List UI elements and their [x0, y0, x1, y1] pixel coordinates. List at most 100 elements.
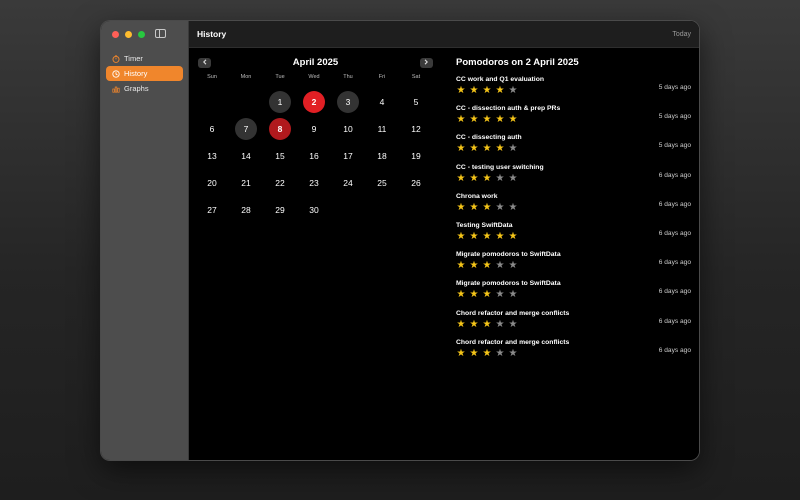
calendar-day-number: 19	[411, 150, 421, 161]
calendar-day[interactable]: 22	[263, 169, 297, 196]
calendar-day[interactable]: 5	[399, 88, 433, 115]
pomodoro-item[interactable]: CC - dissection auth & prep PRs ★ ★ ★ ★ ★ 5 da…	[456, 105, 691, 134]
pomodoro-relative-time: 6 days ago	[658, 200, 691, 208]
app-window: Timer History Graphs History Today April…	[101, 21, 699, 460]
history-icon	[111, 69, 120, 78]
calendar-day[interactable]: 28	[229, 196, 263, 223]
pomodoro-item[interactable]: Chrona work ★ ★ ★ ★ ★ 6 days ago	[456, 193, 691, 222]
calendar-day-number: 7	[235, 117, 257, 140]
star-icon: ★	[469, 260, 479, 272]
calendar-day[interactable]: 20	[195, 169, 229, 196]
previous-month-button[interactable]	[198, 57, 211, 68]
weekday-label: Fri	[378, 74, 386, 80]
star-icon: ★	[508, 318, 518, 330]
star-icon: ★	[508, 85, 518, 96]
calendar-day-number: 1	[269, 90, 291, 113]
sidebar-item-graphs[interactable]: Graphs	[106, 81, 183, 96]
star-icon: ★	[469, 318, 479, 330]
star-icon: ★	[469, 289, 479, 301]
calendar-day[interactable]: 16	[297, 142, 331, 169]
pomodoro-name: CC - dissection auth & prep PRs	[456, 105, 561, 113]
calendar-day[interactable]: 11	[365, 115, 399, 142]
pomodoro-items: CC work and Q1 evaluation ★ ★ ★ ★ ★ 5 days ago…	[456, 76, 691, 368]
close-window-button[interactable]	[112, 31, 119, 38]
star-rating: ★ ★ ★ ★ ★	[456, 347, 518, 359]
calendar-day[interactable]: 24	[331, 169, 365, 196]
main-content: History Today April 2025 Sun Mon Tue Wed Thu…	[189, 21, 699, 460]
star-icon: ★	[495, 230, 505, 242]
pomodoro-item[interactable]: Testing SwiftData ★ ★ ★ ★ ★ 6 days ago	[456, 222, 691, 251]
calendar-day[interactable]: 8	[263, 115, 297, 142]
sidebar-toggle-icon[interactable]	[155, 29, 166, 38]
weekday-label: Mon	[240, 74, 252, 80]
calendar-day[interactable]: 14	[229, 142, 263, 169]
calendar-day[interactable]: 15	[263, 142, 297, 169]
sidebar: Timer History Graphs	[101, 21, 189, 460]
star-icon: ★	[482, 230, 492, 242]
star-rating: ★ ★ ★ ★ ★	[456, 202, 518, 213]
calendar-grid: 1 2 3 4 5 6 7 8 9 10 11 12 13 14 15 16 17 18 19 20 21 22 23 24 2…	[195, 88, 433, 223]
star-icon: ★	[456, 85, 466, 96]
calendar-day[interactable]: 10	[331, 115, 365, 142]
calendar-day-number: 6	[209, 123, 215, 134]
star-icon: ★	[482, 143, 492, 155]
pomodoro-item[interactable]: CC - testing user switching ★ ★ ★ ★ ★ 6 days a…	[456, 164, 691, 193]
pomodoro-item[interactable]: Migrate pomodoros to SwiftData ★ ★ ★ ★ ★ 6 day…	[456, 251, 691, 280]
calendar-day-number: 10	[343, 123, 353, 134]
pomodoro-relative-time: 6 days ago	[658, 171, 691, 179]
pomodoro-item[interactable]: Chord refactor and merge conflicts ★ ★ ★ ★ ★ 6…	[456, 339, 691, 368]
pomodoro-relative-time: 6 days ago	[658, 317, 691, 325]
calendar-day[interactable]: 19	[399, 142, 433, 169]
month-title: April 2025	[292, 57, 339, 68]
pomodoro-relative-time: 5 days ago	[658, 113, 691, 121]
calendar-day[interactable]: 3	[331, 88, 365, 115]
calendar-day-number: 11	[377, 123, 387, 134]
calendar-day-number: 8	[269, 117, 291, 140]
today-button[interactable]: Today	[672, 31, 691, 38]
weekday-label: Sun	[207, 74, 217, 80]
calendar-day-number: 5	[413, 96, 419, 107]
calendar-blank	[195, 88, 229, 115]
star-icon: ★	[456, 347, 466, 359]
calendar-day[interactable]: 4	[365, 88, 399, 115]
star-icon: ★	[456, 318, 466, 330]
calendar-day[interactable]: 1	[263, 88, 297, 115]
star-icon: ★	[482, 347, 492, 359]
calendar-day[interactable]: 2	[297, 88, 331, 115]
pomodoro-item[interactable]: CC work and Q1 evaluation ★ ★ ★ ★ ★ 5 days ago	[456, 76, 691, 105]
star-icon: ★	[495, 114, 505, 126]
calendar-day[interactable]: 7	[229, 115, 263, 142]
zoom-window-button[interactable]	[138, 31, 145, 38]
star-icon: ★	[456, 289, 466, 301]
pomodoro-item[interactable]: Chord refactor and merge conflicts ★ ★ ★ ★ ★ 6…	[456, 310, 691, 339]
calendar-day[interactable]: 17	[331, 142, 365, 169]
weekday-label: Tue	[275, 74, 285, 80]
next-month-button[interactable]	[419, 57, 433, 68]
star-rating: ★ ★ ★ ★ ★	[456, 144, 518, 154]
calendar-day-number: 30	[309, 204, 319, 215]
calendar-day[interactable]: 13	[195, 142, 229, 169]
star-icon: ★	[495, 143, 505, 155]
pomodoro-item[interactable]: Migrate pomodoros to SwiftData ★ ★ ★ ★ ★ 6 day…	[456, 280, 691, 309]
star-icon: ★	[508, 289, 518, 301]
chevron-left-icon	[202, 58, 208, 67]
calendar-day[interactable]: 23	[297, 169, 331, 196]
calendar-day[interactable]: 25	[365, 169, 399, 196]
calendar-day[interactable]: 12	[399, 115, 433, 142]
calendar-day[interactable]: 18	[365, 142, 399, 169]
calendar-day[interactable]: 29	[263, 196, 297, 223]
calendar-day[interactable]: 26	[399, 169, 433, 196]
sidebar-item-history[interactable]: History	[106, 66, 183, 81]
calendar-day[interactable]: 6	[195, 115, 229, 142]
sidebar-item-timer[interactable]: Timer	[106, 51, 183, 66]
calendar-day[interactable]: 30	[297, 196, 331, 223]
pomodoro-name: Testing SwiftData	[456, 221, 513, 229]
pomodoro-item[interactable]: CC - dissecting auth ★ ★ ★ ★ ★ 5 days ago	[456, 134, 691, 163]
calendar-day-number: 14	[241, 150, 251, 161]
star-icon: ★	[482, 260, 492, 272]
minimize-window-button[interactable]	[125, 31, 132, 38]
calendar-day[interactable]: 21	[229, 169, 263, 196]
calendar-day[interactable]: 9	[297, 115, 331, 142]
calendar-day[interactable]: 27	[195, 196, 229, 223]
pomodoro-name: Migrate pomodoros to SwiftData	[456, 251, 561, 259]
